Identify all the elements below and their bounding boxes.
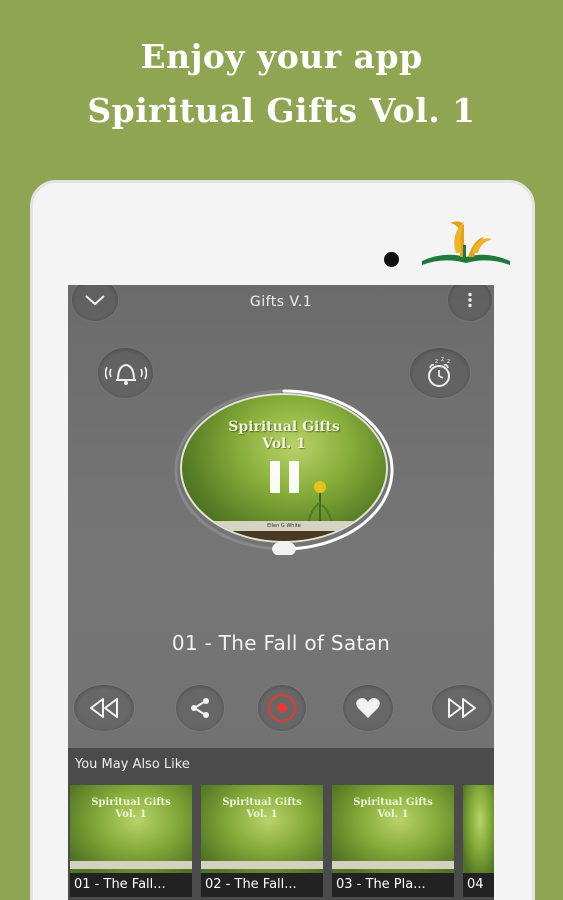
thumbnail-title-line-2: Vol. 1 [246, 809, 278, 820]
share-button[interactable] [176, 685, 224, 731]
recommended-item[interactable]: 04 [463, 785, 494, 897]
recommended-item[interactable]: Spiritual Gifts Vol. 1 02 - The Fall... [201, 785, 323, 897]
thumbnail-title: Spiritual Gifts Vol. 1 [201, 797, 323, 821]
thumbnail-title-line-2: Vol. 1 [377, 809, 409, 820]
thumbnail-caption: 04 [467, 877, 484, 892]
thumbnail-title-line-1: Spiritual Gifts [222, 797, 302, 808]
progress-knob [272, 541, 296, 555]
screen-title: Gifts V.1 [249, 294, 313, 310]
share-icon [191, 698, 209, 718]
thumbnail-caption: 03 - The Pla... [336, 877, 426, 892]
top-bar: Gifts V.1 [68, 285, 494, 321]
rewind-icon [90, 698, 118, 718]
also-like-heading: You May Also Like [75, 757, 190, 772]
camera-dot [384, 252, 399, 267]
promo-headline: Enjoy your app Spiritual Gifts Vol. 1 [0, 30, 563, 138]
promo-line-2: Spiritual Gifts Vol. 1 [87, 91, 476, 130]
now-playing-title: 01 - The Fall of Satan [171, 631, 391, 655]
progress-ring[interactable] [172, 385, 396, 555]
app-screen: Gifts V.1 z z z Spiritual Gifts Vol. 1 E… [68, 285, 494, 900]
also-like-section: You May Also Like Spiritual Gifts Vol. 1… [68, 748, 494, 900]
alarm-clock-sleep-icon: z z z [428, 356, 450, 387]
promo-line-1: Enjoy your app [140, 37, 423, 76]
overflow-menu-button[interactable] [448, 285, 492, 321]
thumbnail-caption: 01 - The Fall... [74, 877, 166, 892]
svg-text:z: z [435, 358, 438, 365]
thumbnail-title: Spiritual Gifts Vol. 1 [70, 797, 192, 821]
record-icon [268, 694, 296, 722]
more-vertical-icon [468, 292, 472, 308]
fast-forward-icon [448, 698, 476, 718]
heart-icon [356, 698, 380, 718]
thumbnail-strip [70, 861, 192, 869]
playback-controls [68, 685, 494, 731]
thumbnail-title-line-1: Spiritual Gifts [91, 797, 171, 808]
thumbnail-title-line-2: Vol. 1 [115, 809, 147, 820]
thumbnail-title: Spiritual Gifts Vol. 1 [332, 797, 454, 821]
rewind-button[interactable] [74, 685, 134, 731]
reminder-button[interactable] [98, 348, 153, 398]
thumbnail-image [463, 785, 494, 873]
thumbnail-strip [332, 861, 454, 869]
svg-text:z: z [441, 356, 444, 363]
sleep-timer-button[interactable]: z z z [410, 348, 470, 398]
svg-text:z: z [447, 358, 450, 365]
church-logo [422, 221, 510, 265]
thumbnail-caption: 02 - The Fall... [205, 877, 297, 892]
recommended-item[interactable]: Spiritual Gifts Vol. 1 01 - The Fall... [70, 785, 192, 897]
progress-arc [282, 389, 394, 551]
recommended-item[interactable]: Spiritual Gifts Vol. 1 03 - The Pla... [332, 785, 454, 897]
record-button[interactable] [258, 685, 306, 731]
favorite-button[interactable] [343, 685, 393, 731]
fast-forward-button[interactable] [432, 685, 492, 731]
bell-ring-icon [104, 363, 147, 385]
thumbnail-title-line-1: Spiritual Gifts [353, 797, 433, 808]
thumbnail-strip [201, 861, 323, 869]
